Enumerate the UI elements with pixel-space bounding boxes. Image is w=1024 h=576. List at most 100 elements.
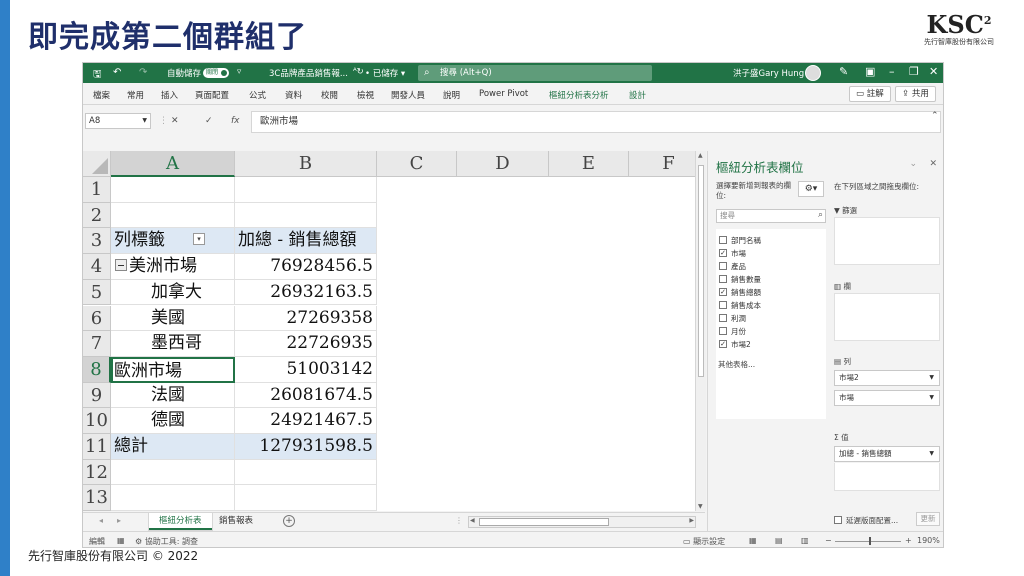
field-item[interactable]: 銷售數量	[719, 274, 761, 285]
pivot-value-france[interactable]: 26081674.5	[235, 382, 377, 409]
cell-a13[interactable]	[111, 485, 235, 511]
sheet-prev-icon[interactable]: ◂	[99, 516, 103, 525]
pivot-group-americas[interactable]: 美洲市場	[111, 254, 235, 280]
tab-file[interactable]: 檔案	[93, 89, 110, 101]
row-header-12[interactable]: 12	[83, 459, 111, 486]
field-item[interactable]: ✓ 市場2	[719, 339, 751, 350]
pivot-item-usa[interactable]: 美國	[111, 305, 235, 332]
comments-button[interactable]: ▭ 註解	[849, 86, 891, 102]
name-box[interactable]: A8 ▼	[85, 113, 151, 129]
column-header-d[interactable]: D	[457, 151, 549, 177]
accessibility-status[interactable]: ⚙ 協助工具: 調查	[135, 536, 198, 547]
checkbox[interactable]	[719, 314, 727, 322]
row-header-5[interactable]: 5	[83, 279, 111, 306]
more-icon[interactable]: ⋮	[159, 116, 168, 126]
sheet-next-icon[interactable]: ▸	[117, 516, 121, 525]
row-header-3[interactable]: 3	[83, 228, 111, 255]
tab-developer[interactable]: 開發人員	[391, 89, 425, 101]
column-header-f[interactable]: F	[629, 151, 705, 177]
close-icon[interactable]: ✕	[929, 65, 938, 78]
tab-home[interactable]: 常用	[127, 89, 144, 101]
row-header-11[interactable]: 11	[83, 434, 111, 460]
checkbox[interactable]	[719, 327, 727, 335]
cell-a2[interactable]	[111, 202, 235, 229]
pivot-item-mexico[interactable]: 墨西哥	[111, 331, 235, 357]
macro-record-icon[interactable]: ▦	[117, 536, 125, 545]
pivot-grand-total-label[interactable]: 總計	[111, 434, 235, 460]
normal-view-icon[interactable]: ▦	[749, 536, 757, 545]
tab-pivottable-analyze[interactable]: 樞紐分析表分析	[549, 89, 609, 101]
rows-area-item[interactable]: 市場2 ▼	[834, 370, 940, 386]
update-button[interactable]: 更新	[916, 512, 940, 526]
pane-options-icon[interactable]: ⌄	[909, 159, 917, 169]
undo-icon[interactable]: ↶	[113, 67, 121, 78]
pivot-value-canada[interactable]: 26932163.5	[235, 279, 377, 306]
page-layout-view-icon[interactable]: ▤	[775, 536, 783, 545]
pivot-group-europe[interactable]: 歐洲市場	[111, 356, 235, 383]
columns-drop-zone[interactable]	[834, 293, 940, 341]
row-header-1[interactable]: 1	[83, 177, 111, 203]
tab-page-layout[interactable]: 頁面配置	[195, 89, 229, 101]
cell-a12[interactable]	[111, 459, 235, 486]
select-all-button[interactable]	[83, 151, 111, 177]
defer-layout[interactable]: 延遲版面配置...	[834, 515, 898, 526]
vertical-scrollbar[interactable]: ▲ ▼	[695, 151, 706, 511]
cell-b2[interactable]	[235, 202, 377, 229]
horizontal-scroll-thumb[interactable]	[479, 518, 609, 526]
more-tables-link[interactable]: 其他表格...	[718, 359, 755, 370]
saved-status[interactable]: • 已儲存 ▾	[365, 67, 405, 79]
split-handle-icon[interactable]: ⋮	[455, 516, 463, 525]
tab-design[interactable]: 設計	[629, 89, 646, 101]
collapse-icon[interactable]	[115, 258, 127, 271]
pivot-value-germany[interactable]: 24921467.5	[235, 408, 377, 434]
checkbox-checked[interactable]: ✓	[719, 249, 727, 257]
sheet-tab-pivot[interactable]: 樞紐分析表	[149, 513, 212, 530]
save-icon[interactable]: 🖫	[93, 67, 102, 84]
column-header-c[interactable]: C	[377, 151, 457, 177]
column-header-a[interactable]: A	[111, 151, 235, 177]
field-item[interactable]: 部門名稱	[719, 235, 761, 246]
checkbox-checked[interactable]: ✓	[719, 288, 727, 296]
row-header-10[interactable]: 10	[83, 408, 111, 434]
tab-help[interactable]: 說明	[443, 89, 460, 101]
display-settings[interactable]: ▭ 顯示設定	[683, 536, 725, 547]
user-name[interactable]: 洪子盛Gary Hung	[733, 67, 804, 79]
pivot-value-mexico[interactable]: 22726935	[235, 331, 377, 357]
share-button[interactable]: ⇪ 共用	[895, 86, 936, 102]
pivot-grand-total-value[interactable]: 127931598.5	[235, 434, 377, 460]
redo-icon[interactable]: ↷	[139, 67, 147, 78]
insert-function-icon[interactable]: fx	[231, 116, 240, 126]
add-sheet-icon[interactable]: +	[283, 515, 295, 527]
zoom-level[interactable]: 190%	[917, 536, 940, 545]
pivot-item-france[interactable]: 法國	[111, 382, 235, 409]
checkbox[interactable]	[719, 275, 727, 283]
filter-dropdown-icon[interactable]: ▾	[193, 232, 205, 245]
sheet-tab-sales[interactable]: 銷售報表	[209, 513, 263, 530]
tab-data[interactable]: 資料	[285, 89, 302, 101]
pivot-item-canada[interactable]: 加拿大	[111, 279, 235, 306]
zoom-slider-thumb[interactable]	[869, 537, 871, 545]
pen-icon[interactable]: ✎	[839, 65, 848, 78]
zoom-slider[interactable]	[835, 541, 901, 542]
values-area-item[interactable]: 加總 - 銷售總額 ▼	[834, 446, 940, 462]
values-drop-zone[interactable]	[834, 463, 940, 491]
column-header-e[interactable]: E	[549, 151, 629, 177]
tab-insert[interactable]: 插入	[161, 89, 178, 101]
cell-b1[interactable]	[235, 177, 377, 203]
cell-a1[interactable]	[111, 177, 235, 203]
zoom-in-icon[interactable]: +	[905, 536, 912, 545]
column-header-b[interactable]: B	[235, 151, 377, 177]
cancel-icon[interactable]: ✕	[171, 116, 179, 126]
field-item[interactable]: ✓ 銷售總額	[719, 287, 761, 298]
pivot-values-header[interactable]: 加總 - 銷售總額	[235, 228, 377, 255]
chevron-down-icon[interactable]: ▼	[929, 447, 934, 461]
search-box[interactable]: ⌕ 搜尋 (Alt+Q)	[418, 65, 652, 81]
scroll-right-icon[interactable]: ▶	[689, 517, 694, 524]
field-search-input[interactable]: 搜尋 ⌕	[716, 209, 826, 223]
ribbon-display-icon[interactable]: ▣	[865, 65, 875, 78]
row-header-2[interactable]: 2	[83, 202, 111, 229]
field-item[interactable]: 產品	[719, 261, 746, 272]
row-header-4[interactable]: 4	[83, 254, 111, 280]
scroll-left-icon[interactable]: ◀	[470, 517, 475, 524]
cell-b12[interactable]	[235, 459, 377, 486]
